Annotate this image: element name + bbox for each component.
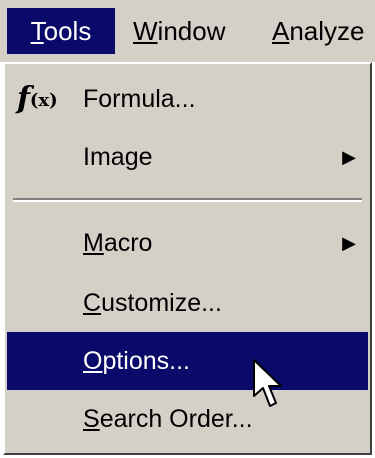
function-fx-icon: f(x) xyxy=(17,81,58,116)
submenu-arrow-icon: ▶ xyxy=(342,233,356,253)
menu-item-label: Customize... xyxy=(83,289,222,317)
tools-dropdown-menu: f(x) Formula... Image ▶ Macro ▶ Customiz… xyxy=(3,62,372,455)
menu-item-customize[interactable]: Customize... xyxy=(7,274,368,332)
menu-bar: Tools Window Analyze xyxy=(0,0,375,62)
screen: Tools Window Analyze f(x) Formula... Ima… xyxy=(0,0,375,458)
menu-item-formula[interactable]: f(x) Formula... xyxy=(7,70,368,128)
menu-separator xyxy=(13,198,362,202)
menubar-item-window[interactable]: Window xyxy=(133,8,225,54)
menu-item-label: Image xyxy=(83,143,153,171)
menu-item-options[interactable]: Options... xyxy=(7,332,368,390)
menubar-item-analyze[interactable]: Analyze xyxy=(272,8,365,54)
menu-item-image[interactable]: Image ▶ xyxy=(7,128,368,186)
submenu-arrow-icon: ▶ xyxy=(342,147,356,167)
menu-item-label: Macro xyxy=(83,229,153,257)
menu-item-label: Options... xyxy=(83,347,191,375)
menu-item-label: Formula... xyxy=(83,85,196,113)
menubar-item-tools[interactable]: Tools xyxy=(7,8,115,54)
menu-item-label: Search Order... xyxy=(83,405,253,433)
menu-item-macro[interactable]: Macro ▶ xyxy=(7,214,368,272)
menu-item-search-order[interactable]: Search Order... xyxy=(7,390,368,448)
